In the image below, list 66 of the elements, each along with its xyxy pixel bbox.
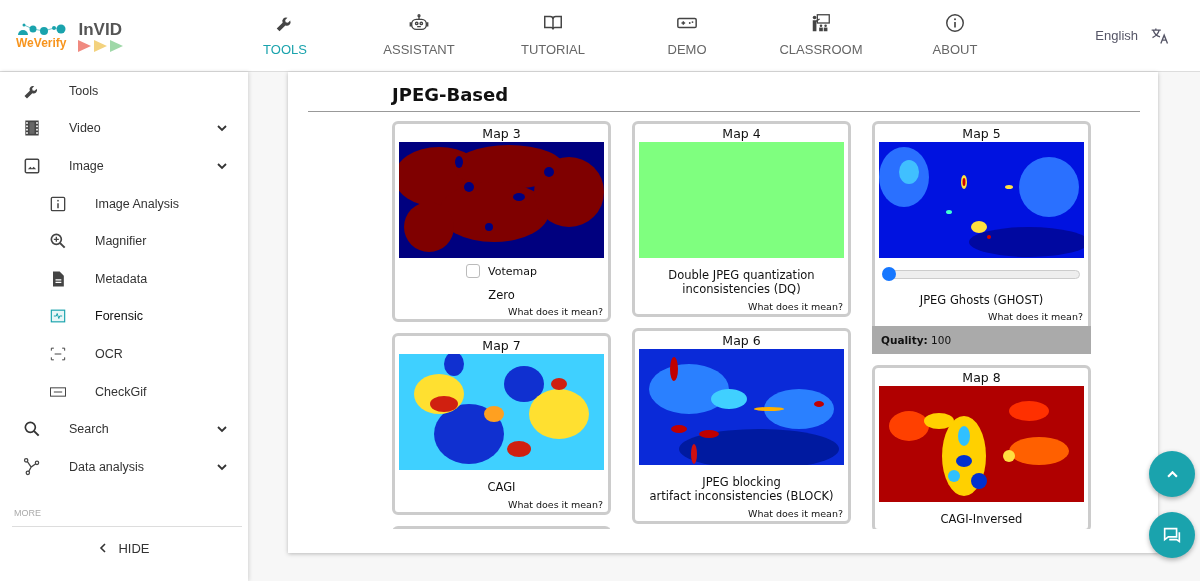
chevron-up-icon [1166,470,1178,478]
sidebar-subitem[interactable]: CheckGif [0,372,248,411]
triangles-icon [78,39,124,52]
sidebar-item[interactable]: Search [0,410,248,448]
sidebar-label: Search [69,422,109,437]
help-link[interactable]: What does it mean? [748,300,843,312]
map-caption: CAGI [487,480,516,495]
help-link[interactable]: What does it mean? [748,507,843,519]
info-icon [944,12,966,34]
section-label: MORE [13,506,42,518]
classroom-icon [810,12,832,34]
chat-button[interactable] [1149,512,1195,558]
sidebar-item[interactable]: Tools [0,72,248,110]
sidebar-label: CheckGif [95,384,147,399]
slider-thumb[interactable] [881,267,896,281]
help-link[interactable]: What does it mean? [988,311,1083,323]
map-title: Map 3 [482,125,521,142]
map-title: Map 4 [722,125,761,142]
sidebar-item[interactable]: Data analysis [0,447,248,486]
quality-bar: Quality: 100 [872,326,1091,355]
slider[interactable] [881,267,1082,281]
nav-tab[interactable]: ASSISTANT [352,0,486,71]
map-title: Map 6 [722,331,761,349]
chevron-left-icon [98,543,109,554]
scroll-up-button[interactable] [1149,451,1195,497]
sidebar-subitem[interactable]: Forensic [0,297,248,336]
nav-tab[interactable]: CLASSROOM [754,0,888,71]
sidebar-subitem[interactable]: Image Analysis [0,184,248,223]
sidebar-subitem[interactable]: OCR [0,335,248,373]
sidebar-subitem[interactable]: Metadata [0,259,248,298]
nav-tab[interactable]: ABOUT [888,0,1022,71]
sidebar-label: Image [69,159,104,173]
map-title: Map 5 [962,125,1001,142]
sidebar-label: Data analysis [69,459,145,474]
sidebar-label: Image Analysis [95,196,180,211]
network-icon [22,456,42,477]
network-dots-icon [16,21,67,36]
hide-button[interactable]: HIDE [90,536,158,560]
film-icon [22,118,42,139]
nav-tab[interactable]: DEMO [620,0,754,71]
help-link[interactable]: What does it mean? [508,498,603,510]
map-title: Map 8 [962,369,1001,387]
sidebar-item[interactable]: Video [0,109,248,148]
map-caption: Double JPEG quantization inconsistencies (DQ) [667,268,816,297]
help-link[interactable]: What does it mean? [508,306,603,318]
image-icon [22,156,42,176]
section-heading: JPEG-Based [390,83,510,107]
checkbox-label: Votemap [488,264,537,278]
logo-text: WeVerify [16,35,67,50]
sidebar-label: Tools [69,83,99,98]
map-title: Map 7 [482,337,521,355]
logo-text: InVID [78,19,123,40]
map-caption: JPEG Ghosts (GHOST) [919,293,1044,308]
sidebar-label: Metadata [95,271,148,286]
map-caption: CAGI-Inversed [940,512,1023,527]
map-caption: JPEG blocking artifact inconsistencies (BLOCK) [649,474,834,504]
sidebar-subitem[interactable]: Magnifier [0,222,248,260]
checkbox[interactable] [466,264,481,278]
sidebar-item[interactable]: Image [0,147,248,185]
map-caption: Zero [488,288,515,303]
language-selector[interactable]: English [1095,28,1138,43]
sidebar-label: Forensic [95,309,143,324]
sidebar-label: OCR [95,346,123,361]
sidebar-label: Magnifier [95,234,147,249]
sidebar-label: Video [69,121,101,136]
nav-tab[interactable]: TUTORIAL [486,0,620,71]
